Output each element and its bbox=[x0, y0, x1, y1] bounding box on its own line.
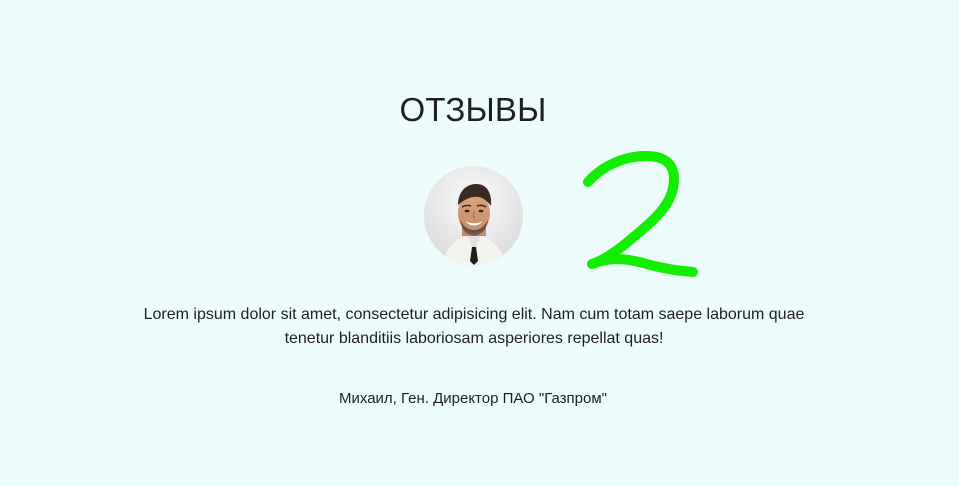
reviews-section: ОТЗЫВЫ Lorem ipsum dolor sit amet, conse… bbox=[0, 0, 959, 486]
handwritten-number-two-icon bbox=[583, 151, 698, 277]
person-portrait-icon bbox=[424, 166, 523, 265]
section-title: ОТЗЫВЫ bbox=[399, 91, 547, 128]
reviewer-avatar bbox=[424, 166, 523, 265]
review-text: Lorem ipsum dolor sit amet, consectetur … bbox=[143, 306, 805, 347]
review-author: Михаил, Ген. Директор ПАО "Газпром" bbox=[339, 390, 607, 407]
